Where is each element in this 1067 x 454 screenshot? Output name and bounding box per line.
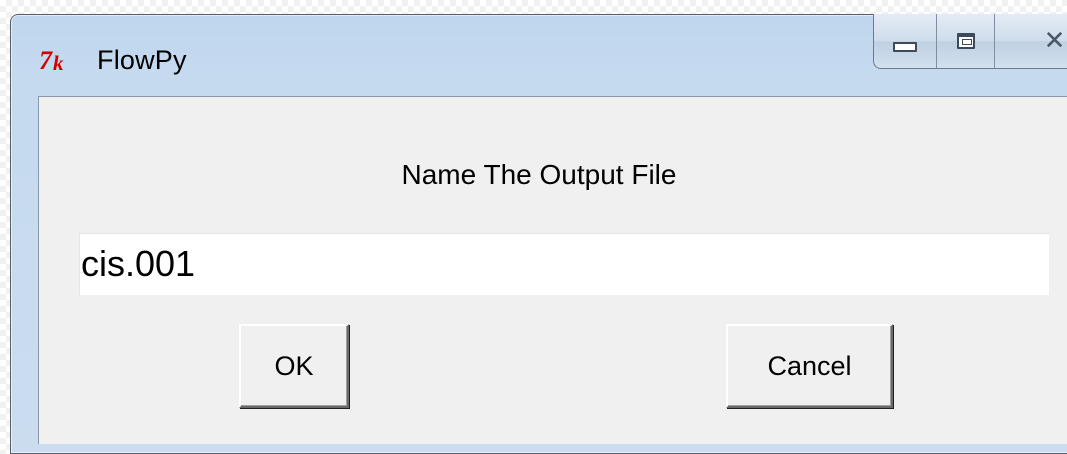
cancel-button[interactable]: Cancel [726,324,893,408]
caption-buttons: ✕ [873,14,1067,69]
dialog-body: Name The Output File OK Cancel [38,96,1067,444]
minimize-button[interactable] [874,14,936,68]
minimize-icon [893,42,917,52]
svg-text:k: k [53,51,64,75]
title-bar[interactable]: 7 k FlowPy ✕ [11,14,1067,95]
prompt-label: Name The Output File [401,159,677,190]
dialog-window: 7 k FlowPy ✕ Name The Output File OK Can… [10,14,1067,454]
ok-button[interactable]: OK [239,324,349,408]
window-title: FlowPy [97,45,187,75]
tk-feather-icon: 7 k [39,46,64,75]
output-filename-input[interactable] [79,233,1049,295]
close-button[interactable]: ✕ [994,14,1067,68]
close-icon: ✕ [1043,26,1066,56]
svg-text:7: 7 [39,46,53,75]
maximize-button[interactable] [936,14,994,68]
maximize-icon [956,33,975,49]
